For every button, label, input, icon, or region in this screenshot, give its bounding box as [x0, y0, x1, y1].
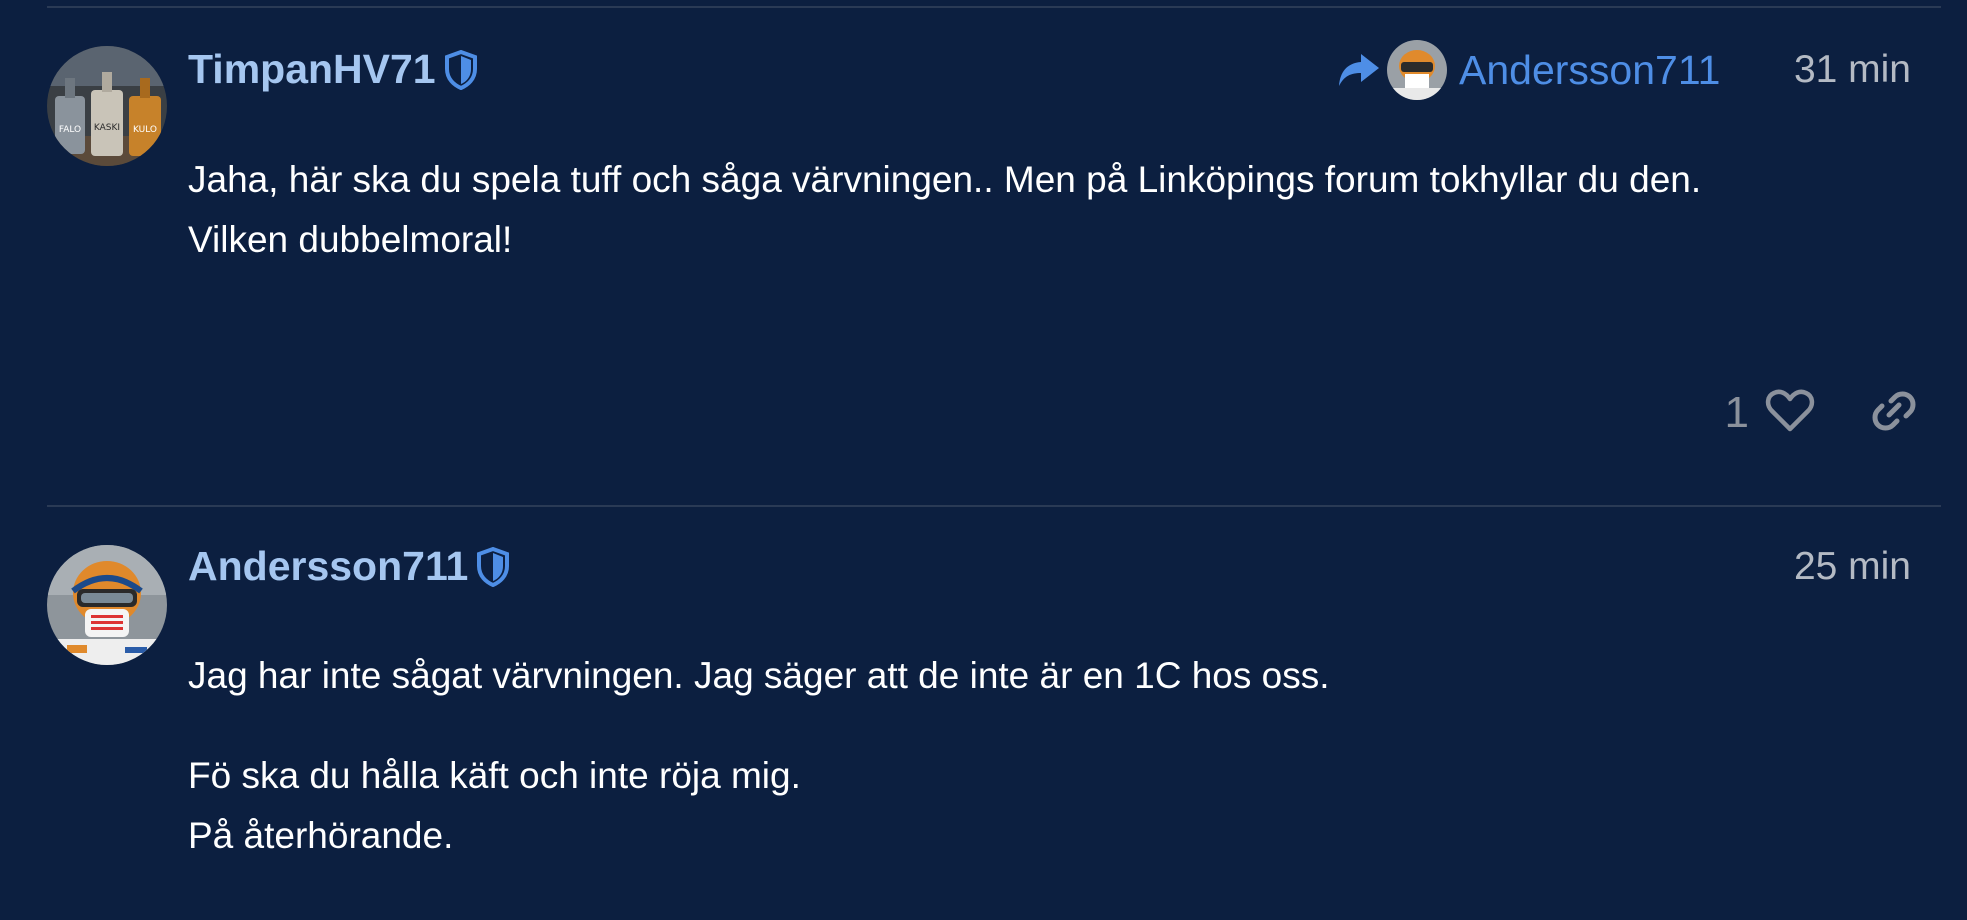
post-stream: FALO KASKI KULO TimpanHV71 Andersson711 … — [0, 0, 1967, 920]
post-paragraph: Fö ska du hålla käft och inte röja mig. … — [188, 755, 801, 856]
shield-icon — [444, 49, 477, 90]
bottle-label: KULO — [133, 125, 157, 135]
avatar[interactable]: FALO KASKI KULO — [47, 46, 167, 166]
post-paragraph: Jaha, här ska du spela tuff och såga vär… — [188, 159, 1702, 260]
post-actions: 1 — [1725, 388, 1917, 438]
reply-to-tab[interactable]: Andersson711 — [1335, 40, 1720, 100]
reply-to-username: Andersson711 — [1459, 46, 1721, 93]
post-paragraph: Jag har inte sågat värvningen. Jag säger… — [188, 655, 1330, 696]
post-body: Jaha, här ska du spela tuff och såga vär… — [188, 150, 1908, 270]
bottle-label: KASKI — [94, 123, 120, 133]
post-body: Jag har inte sågat värvningen. Jag säger… — [188, 646, 1908, 866]
avatar-helmet-rider-image — [47, 545, 167, 665]
reply-to-avatar — [1387, 40, 1447, 100]
post-divider — [47, 505, 1941, 507]
heart-icon — [1765, 389, 1815, 431]
link-icon — [1872, 391, 1916, 430]
post-author[interactable]: TimpanHV71 — [188, 46, 478, 93]
like-count[interactable]: 1 — [1725, 388, 1749, 438]
post-date[interactable]: 31 min — [1794, 48, 1911, 92]
bottle-label: FALO — [59, 125, 81, 135]
like-button[interactable] — [1765, 389, 1815, 438]
share-link-button[interactable] — [1871, 391, 1917, 436]
shield-icon — [477, 546, 510, 587]
username-label: TimpanHV71 — [188, 46, 436, 92]
post-date[interactable]: 25 min — [1794, 545, 1911, 589]
avatar-bottles-image: FALO KASKI KULO — [47, 46, 167, 166]
avatar[interactable] — [47, 545, 167, 665]
reply-arrow-icon — [1339, 54, 1379, 86]
username-label: Andersson711 — [188, 543, 469, 589]
post-divider — [47, 6, 1941, 8]
post-author[interactable]: Andersson711 — [188, 543, 510, 590]
